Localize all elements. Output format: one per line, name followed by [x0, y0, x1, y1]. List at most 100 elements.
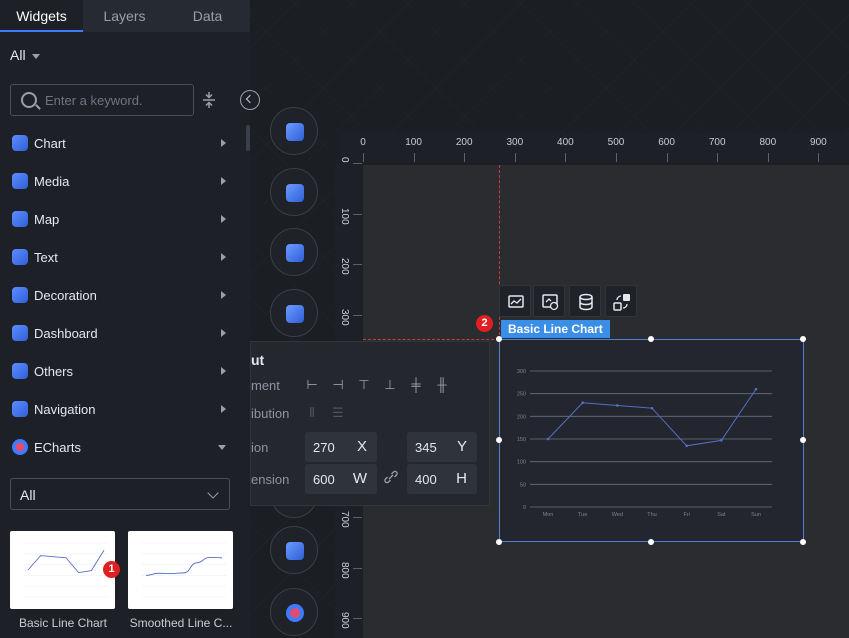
dimension-label: ension: [251, 472, 290, 487]
ruler-tick-label: 700: [339, 511, 350, 528]
distribute-horizontal-icon[interactable]: ⦀: [305, 406, 319, 420]
quick-chart-button[interactable]: [270, 107, 318, 155]
select-value: All: [20, 487, 36, 503]
category-others[interactable]: Others: [0, 352, 246, 390]
category-map[interactable]: Map: [0, 200, 246, 238]
tab-widgets[interactable]: Widgets: [0, 0, 83, 32]
quick-navigation-button[interactable]: [270, 526, 318, 574]
widget-card-label: Basic Line Chart: [18, 616, 108, 630]
widget-card-label: Smoothed Line C...: [129, 616, 233, 630]
ruler-tick-label: 0: [339, 157, 350, 163]
panel-scrollbar[interactable]: [246, 125, 250, 151]
position-y-unit: Y: [456, 438, 467, 455]
ruler-tick-label: 0: [360, 137, 366, 148]
position-label: ion: [251, 440, 269, 455]
others-icon: [12, 363, 28, 379]
ruler-tick: [818, 153, 820, 162]
quick-map-button[interactable]: [270, 228, 318, 276]
text-icon: [286, 305, 304, 323]
image-icon: [508, 295, 524, 308]
quick-echarts-button[interactable]: [270, 588, 318, 636]
align-horizontal-center-icon[interactable]: ╫: [435, 378, 449, 392]
ruler-tick: [666, 153, 668, 162]
lock-aspect-ratio-link-icon[interactable]: [383, 470, 399, 484]
decoration-icon: [12, 287, 28, 303]
category-echarts[interactable]: ECharts: [0, 428, 246, 466]
widget-card-basic-line-chart[interactable]: [10, 531, 115, 609]
resize-handle-nw[interactable]: [496, 336, 502, 342]
chevron-right-icon: [221, 139, 226, 147]
resize-handle-e[interactable]: [800, 437, 806, 443]
category-navigation[interactable]: Navigation: [0, 390, 246, 428]
align-top-icon[interactable]: ⊤: [357, 378, 371, 392]
resize-handle-ne[interactable]: [800, 336, 806, 342]
x-tick-label: Sat: [717, 512, 726, 518]
align-bottom-icon[interactable]: ⊥: [383, 378, 397, 392]
widget-data-button[interactable]: [569, 285, 601, 317]
collapse-panel-icon[interactable]: [240, 90, 260, 110]
data-point: [581, 401, 584, 405]
category-decoration[interactable]: Decoration: [0, 276, 246, 314]
ruler-tick-label: 200: [339, 258, 350, 275]
series-line: [547, 388, 757, 447]
resize-handle-n[interactable]: [648, 336, 654, 342]
search-input[interactable]: [45, 90, 185, 110]
align-vertical-center-icon[interactable]: ╪: [409, 378, 423, 392]
category-text[interactable]: Text: [0, 238, 246, 276]
echarts-type-select[interactable]: All: [10, 478, 230, 510]
quick-text-button[interactable]: [270, 289, 318, 337]
panel-tabs: Widgets Layers Data: [0, 0, 250, 32]
position-y-value: 345: [415, 440, 437, 455]
ruler-tick: [514, 153, 516, 162]
dimension-h-field[interactable]: 400 H: [407, 464, 477, 494]
ruler-tick-label: 800: [339, 561, 350, 579]
chevron-right-icon: [221, 291, 226, 299]
category-dashboard[interactable]: Dashboard: [0, 314, 246, 352]
navigation-icon: [12, 401, 28, 417]
widget-card-smoothed-line-chart[interactable]: [128, 531, 233, 609]
chart-icon: [12, 135, 28, 151]
resize-handle-se[interactable]: [800, 539, 806, 545]
collapse-all-icon[interactable]: [200, 90, 218, 110]
position-x-field[interactable]: 270 X: [305, 432, 377, 462]
resize-handle-sw[interactable]: [496, 539, 502, 545]
x-tick-label: Thu: [647, 512, 656, 518]
category-filter-dropdown[interactable]: All: [10, 47, 40, 63]
chart-icon: [286, 123, 304, 141]
resize-handle-s[interactable]: [648, 539, 654, 545]
resize-handle-w[interactable]: [496, 437, 502, 443]
thumb-series-line: [145, 556, 223, 576]
ruler-tick-label: 700: [708, 137, 726, 148]
basic-line-chart-widget[interactable]: 0 50 100 150 200 250 300 Mon Tue Wed Thu Fri Sat Sun: [499, 339, 804, 542]
interaction-icon: [542, 294, 559, 311]
selected-widget-tag[interactable]: Basic Line Chart: [501, 320, 610, 338]
widget-style-button[interactable]: [499, 285, 531, 317]
distribute-vertical-icon[interactable]: ☰: [331, 406, 345, 420]
ruler-tick: [353, 163, 362, 164]
category-label: Text: [34, 249, 58, 265]
chevron-right-icon: [221, 177, 226, 185]
ruler-tick-label: 500: [607, 137, 625, 148]
y-tick-label: 0: [523, 505, 526, 511]
dimension-w-field[interactable]: 600 W: [305, 464, 377, 494]
widget-replace-button[interactable]: [605, 285, 637, 317]
chevron-right-icon: [221, 215, 226, 223]
widget-panel: Widgets Layers Data All Chart Media Map: [0, 0, 250, 638]
tab-data[interactable]: Data: [166, 0, 249, 32]
position-y-field[interactable]: 345 Y: [407, 432, 477, 462]
y-tick-label: 100: [517, 460, 526, 466]
category-media[interactable]: Media: [0, 162, 246, 200]
tab-layers[interactable]: Layers: [83, 0, 166, 32]
search-box: [10, 84, 194, 116]
quick-media-button[interactable]: [270, 168, 318, 216]
x-tick-label: Wed: [612, 512, 623, 518]
widget-interaction-button[interactable]: [533, 285, 565, 317]
align-right-icon[interactable]: ⊣: [331, 378, 345, 392]
dashboard-icon: [12, 325, 28, 341]
category-chart[interactable]: Chart: [0, 124, 246, 162]
alignment-label: ment: [251, 378, 280, 393]
ruler-tick-label: 900: [810, 137, 827, 148]
ruler-tick-label: 100: [405, 137, 422, 148]
ruler-tick: [413, 153, 415, 162]
align-left-icon[interactable]: ⊢: [305, 378, 319, 392]
